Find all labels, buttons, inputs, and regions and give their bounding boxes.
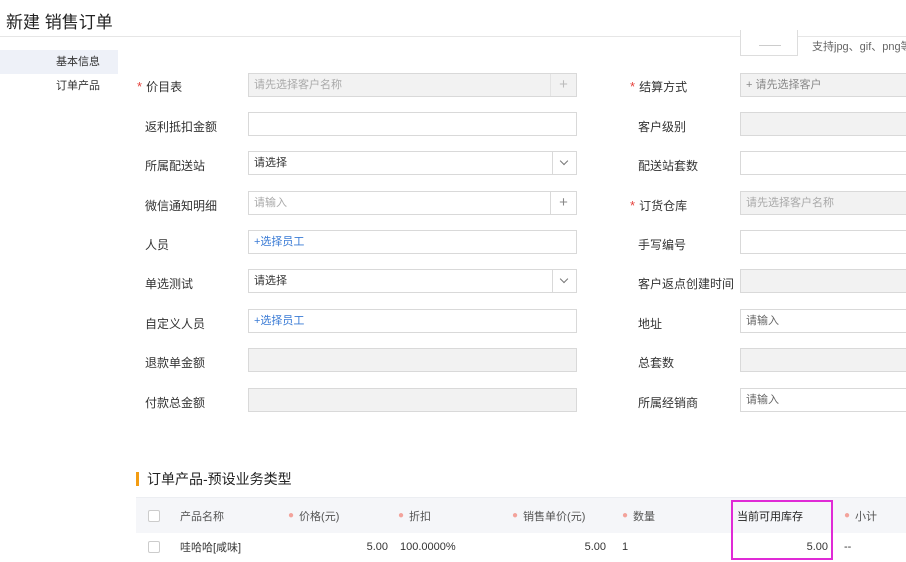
col-quantity: ● 数量 [622, 510, 656, 523]
payment-total-label: 付款总金额 [145, 396, 206, 410]
upload-hint: 支持jpg、gif、png等 [812, 41, 906, 53]
rebate-amount-label: 返利抵扣金额 [145, 120, 218, 134]
address-input[interactable]: 请输入 [740, 309, 906, 333]
discount-cell[interactable]: 100.0000% [400, 533, 456, 561]
payment-total-field [248, 388, 577, 412]
row-checkbox[interactable] [148, 533, 160, 561]
refund-amount-label: 退款单金额 [145, 356, 206, 370]
required-mark: * [630, 79, 636, 94]
image-upload-box[interactable] [740, 30, 798, 56]
staff-label: 人员 [145, 238, 170, 252]
chevron-down-icon[interactable] [552, 270, 576, 292]
select-all-checkbox[interactable] [148, 498, 160, 533]
price-cell[interactable]: 5.00 [288, 533, 388, 561]
address-label: 地址 [638, 317, 663, 331]
delivery-station-select[interactable]: 请选择 [248, 151, 577, 175]
radio-test-select[interactable]: 请选择 [248, 269, 577, 293]
add-icon[interactable]: + [550, 74, 576, 96]
required-mark: * [137, 79, 143, 94]
col-product-name: 产品名称 [180, 510, 224, 523]
warehouse-label: * 订货仓库 [630, 198, 688, 213]
radio-test-label: 单选测试 [145, 277, 194, 291]
rebate-created-time-field [740, 269, 906, 293]
page-title: 新建 销售订单 [6, 13, 113, 32]
products-section-title: 订单产品-预设业务类型 [136, 472, 292, 486]
warehouse-field[interactable]: 请先选择客户名称 [740, 191, 906, 215]
price-list-label: * 价目表 [137, 79, 183, 94]
dealer-label: 所属经销商 [638, 396, 699, 410]
rebate-created-time-label: 客户返点创建时间 [638, 277, 735, 291]
image-placeholder-icon [759, 36, 781, 46]
dealer-input[interactable]: 请输入 [740, 388, 906, 412]
total-sets-field [740, 348, 906, 372]
quantity-cell[interactable]: 1 [622, 533, 628, 561]
wechat-detail-label: 微信通知明细 [145, 199, 218, 213]
section-nav: 基本信息 订单产品 [0, 50, 118, 98]
price-list-field[interactable]: 请先选择客户名称 + [248, 73, 577, 97]
custom-staff-label: 自定义人员 [145, 317, 206, 331]
col-discount: ● 折扣 [398, 510, 432, 523]
station-sets-label: 配送站套数 [638, 159, 699, 173]
staff-picker[interactable]: +选择员工 [248, 230, 577, 254]
wechat-detail-input[interactable]: 请输入 + [248, 191, 577, 215]
settlement-method-label: * 结算方式 [630, 79, 688, 94]
subtotal-cell: -- [844, 541, 852, 553]
rebate-amount-input[interactable] [248, 112, 577, 136]
available-stock-highlight [731, 500, 833, 560]
total-sets-label: 总套数 [638, 356, 675, 370]
settlement-method-field[interactable]: + 请先选择客户 [740, 73, 906, 97]
delivery-station-label: 所属配送站 [145, 159, 206, 173]
required-mark: * [630, 198, 636, 213]
customer-level-label: 客户级别 [638, 120, 687, 134]
station-sets-input[interactable] [740, 151, 906, 175]
customer-level-field [740, 112, 906, 136]
unit-price-cell[interactable]: 5.00 [512, 533, 606, 561]
refund-amount-field [248, 348, 577, 372]
col-price: ● 价格(元) [288, 510, 340, 523]
add-icon[interactable]: + [550, 192, 576, 214]
product-name-cell: 哇哈哈[咸味] [180, 542, 242, 554]
custom-staff-picker[interactable]: +选择员工 [248, 309, 577, 333]
sidebar-item-order-products[interactable]: 订单产品 [0, 74, 118, 98]
col-subtotal: ● 小计 [844, 510, 878, 523]
sidebar-item-basic-info[interactable]: 基本信息 [0, 50, 118, 74]
col-unit-price: ● 销售单价(元) [512, 510, 586, 523]
handwritten-no-input[interactable] [740, 230, 906, 254]
handwritten-no-label: 手写编号 [638, 238, 687, 252]
chevron-down-icon[interactable] [552, 152, 576, 174]
